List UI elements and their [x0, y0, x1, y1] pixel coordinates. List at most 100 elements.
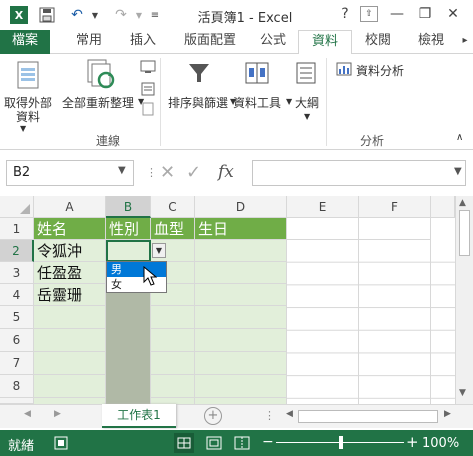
zoom-slider-thumb[interactable] — [339, 436, 343, 449]
cell-d1[interactable]: 生日 — [195, 218, 287, 240]
sort-dropdown-icon[interactable]: ▼ — [230, 97, 236, 106]
cell-d2[interactable] — [195, 240, 287, 262]
sheet-tab-1[interactable]: 工作表1 — [102, 404, 176, 428]
scroll-up-icon[interactable]: ▲ — [459, 198, 466, 208]
column-header-e[interactable]: E — [287, 196, 359, 218]
row-header-7[interactable]: 7 — [0, 352, 34, 375]
dropdown-option-female[interactable]: 女 — [107, 277, 166, 292]
cell-a2[interactable]: 令狐沖 — [34, 240, 106, 262]
minimize-button[interactable]: — — [384, 3, 410, 25]
cell-f1[interactable] — [359, 218, 431, 240]
expand-formula-bar-icon[interactable]: ▼ — [454, 166, 462, 177]
name-box-dropdown-icon[interactable]: ▼ — [118, 165, 126, 176]
tab-scroll-right-icon[interactable]: ▸ — [458, 30, 472, 54]
row-header-1[interactable]: 1 — [0, 218, 34, 240]
enter-icon[interactable]: ✓ — [186, 162, 201, 183]
tab-review[interactable]: 校閱 — [356, 30, 400, 54]
column-header-d[interactable]: D — [195, 196, 287, 218]
undo-icon[interactable]: ↶ — [66, 4, 88, 26]
cancel-icon[interactable]: ✕ — [160, 162, 175, 183]
cell-a1[interactable]: 姓名 — [34, 218, 106, 240]
vertical-scroll-thumb[interactable] — [459, 210, 470, 256]
add-sheet-button[interactable]: + — [204, 407, 222, 425]
cell-e1[interactable] — [287, 218, 359, 240]
row-header-4[interactable]: 4 — [0, 284, 34, 306]
vertical-scrollbar[interactable]: ▲ ▼ — [455, 196, 473, 404]
outline-label[interactable]: 大綱 — [290, 94, 324, 111]
page-layout-view-icon[interactable] — [206, 436, 222, 453]
cell-b1[interactable]: 性別 — [106, 218, 151, 240]
cell-c1[interactable]: 血型 — [151, 218, 195, 240]
refresh-all-icon[interactable] — [84, 58, 118, 93]
connections-icon[interactable] — [140, 60, 156, 77]
row-header-6[interactable]: 6 — [0, 329, 34, 352]
tab-data[interactable]: 資料 — [298, 30, 352, 55]
data-tools-icon[interactable] — [244, 60, 270, 89]
zoom-level[interactable]: 100% — [422, 436, 459, 451]
outline-icon[interactable] — [294, 60, 318, 89]
tab-split-grip-icon[interactable]: ⋮ — [264, 409, 275, 422]
column-header-a[interactable]: A — [34, 196, 106, 218]
column-header-c[interactable]: C — [151, 196, 195, 218]
data-tools-label[interactable]: 資料工具 — [230, 94, 284, 111]
insert-function-icon[interactable]: fx — [218, 162, 234, 182]
tab-view[interactable]: 檢視 — [406, 30, 456, 54]
restore-button[interactable]: ❐ — [412, 3, 438, 25]
sort-filter-label[interactable]: 排序與篩選 — [166, 94, 230, 111]
name-box[interactable]: B2 — [6, 160, 134, 186]
outline-dropdown-icon[interactable]: ▼ — [304, 112, 310, 121]
cell-a8[interactable] — [34, 375, 106, 398]
data-analysis-label[interactable]: 資料分析 — [356, 62, 404, 79]
horizontal-scroll-thumb[interactable] — [298, 410, 438, 423]
help-button[interactable]: ? — [332, 3, 358, 25]
zoom-in-button[interactable]: + — [406, 433, 419, 451]
column-header-b[interactable]: B — [106, 196, 151, 218]
column-header-g-partial[interactable] — [431, 196, 455, 218]
validation-dropdown-button[interactable]: ▼ — [152, 243, 166, 258]
get-external-data-icon[interactable] — [14, 60, 42, 93]
cell-a6[interactable] — [34, 329, 106, 352]
row-header-2[interactable]: 2 — [0, 240, 34, 262]
cell-a4[interactable]: 岳靈珊 — [34, 284, 106, 306]
row-header-3[interactable]: 3 — [0, 262, 34, 284]
cell-d5[interactable] — [195, 306, 287, 329]
close-button[interactable]: ✕ — [440, 3, 466, 25]
cell-c7[interactable] — [151, 352, 195, 375]
tab-file[interactable]: 檔案 — [0, 30, 50, 54]
sheet-next-icon[interactable]: ▶ — [54, 409, 61, 419]
cell-d7[interactable] — [195, 352, 287, 375]
cell-d3[interactable] — [195, 262, 287, 284]
cell-b2-active[interactable] — [106, 240, 151, 262]
dropdown-option-male[interactable]: 男 — [107, 262, 166, 277]
cell-d6[interactable] — [195, 329, 287, 352]
refresh-all-label[interactable]: 全部重新整理 — [60, 94, 136, 111]
redo-dropdown-icon[interactable]: ▼ — [132, 4, 146, 26]
zoom-out-button[interactable]: − — [262, 434, 274, 450]
refresh-dropdown-icon[interactable]: ▼ — [138, 97, 144, 106]
hscroll-right-icon[interactable]: ▶ — [444, 409, 451, 419]
normal-view-icon[interactable] — [174, 433, 194, 453]
collapse-ribbon-icon[interactable]: ∧ — [456, 132, 463, 143]
cell-d8[interactable] — [195, 375, 287, 398]
tab-formulas[interactable]: 公式 — [250, 30, 296, 54]
tab-insert[interactable]: 插入 — [118, 30, 168, 54]
formula-input[interactable] — [252, 160, 466, 186]
cell-a3[interactable]: 任盈盈 — [34, 262, 106, 284]
macro-record-icon[interactable] — [54, 436, 68, 453]
column-header-f[interactable]: F — [359, 196, 431, 218]
tab-home[interactable]: 常用 — [64, 30, 114, 54]
filter-icon[interactable] — [186, 60, 212, 89]
hscroll-left-icon[interactable]: ◀ — [286, 409, 293, 419]
page-break-view-icon[interactable] — [234, 436, 250, 453]
tab-page-layout[interactable]: 版面配置 — [176, 30, 244, 54]
ribbon-display-icon[interactable]: ⇧ — [360, 6, 378, 22]
cell-a5[interactable] — [34, 306, 106, 329]
row-header-5[interactable]: 5 — [0, 306, 34, 329]
scroll-down-icon[interactable]: ▼ — [459, 388, 466, 398]
data-analysis-icon[interactable] — [336, 62, 352, 79]
cell-c5[interactable] — [151, 306, 195, 329]
get-external-data-label-2[interactable]: 資料 — [4, 108, 52, 125]
row-header-8[interactable]: 8 — [0, 375, 34, 398]
cell-c8[interactable] — [151, 375, 195, 398]
redo-icon[interactable]: ↷ — [110, 4, 132, 26]
